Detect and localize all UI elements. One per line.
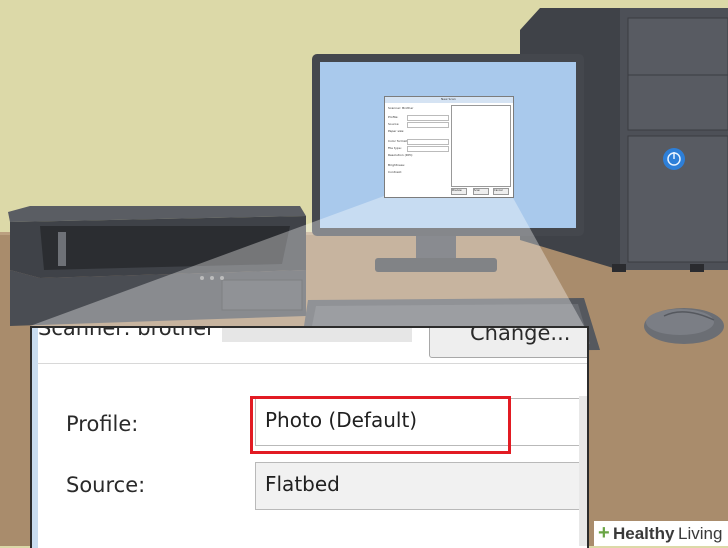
scanner-label: Scanner: brother [38, 326, 215, 340]
mini-field[interactable] [407, 139, 449, 145]
mini-preview-button[interactable]: Preview [451, 188, 467, 195]
mini-row: Brightness: [388, 163, 405, 167]
mini-title: New Scan [441, 97, 456, 101]
watermark-brand-2: Living [678, 524, 723, 543]
profile-highlight [250, 396, 511, 454]
mini-row: Paper size: [388, 129, 405, 133]
mini-cancel-button[interactable]: Cancel [493, 188, 509, 195]
mini-row: Color format: [388, 139, 408, 143]
source-value: Flatbed [265, 472, 340, 496]
mini-row: Contrast: [388, 170, 402, 174]
mini-field[interactable] [407, 115, 449, 121]
mini-titlebar: New Scan [385, 97, 513, 103]
mini-row: Source: [388, 122, 400, 126]
mini-row: Profile: [388, 115, 399, 119]
scanner-name-blur [222, 328, 412, 342]
mini-scan-dialog: New Scan Scanner: Brother Profile: Sourc… [384, 96, 514, 198]
divider [38, 363, 587, 364]
mouse [644, 308, 724, 344]
mini-preview-area [451, 105, 511, 187]
mini-row: Resolution (DPI): [388, 153, 413, 157]
source-label: Source: [66, 473, 146, 497]
change-button-label: Change... [470, 326, 571, 345]
profile-label: Profile: [66, 412, 139, 436]
mini-row: Scanner: Brother [388, 106, 414, 110]
mini-row: File type: [388, 146, 402, 150]
watermark: + Healthy Living [594, 521, 728, 546]
zoomed-dialog: Scanner: brother Change... Profile: Phot… [30, 326, 589, 548]
change-button[interactable]: Change... [429, 326, 587, 358]
mini-field[interactable] [407, 146, 449, 152]
watermark-brand: Healthy [613, 524, 675, 543]
source-dropdown[interactable]: Flatbed [255, 462, 587, 510]
mini-field[interactable] [407, 122, 449, 128]
window-edge [32, 328, 38, 548]
plus-icon: + [598, 522, 610, 544]
mini-scan-button[interactable]: Scan [473, 188, 489, 195]
scrollbar[interactable] [579, 396, 587, 546]
